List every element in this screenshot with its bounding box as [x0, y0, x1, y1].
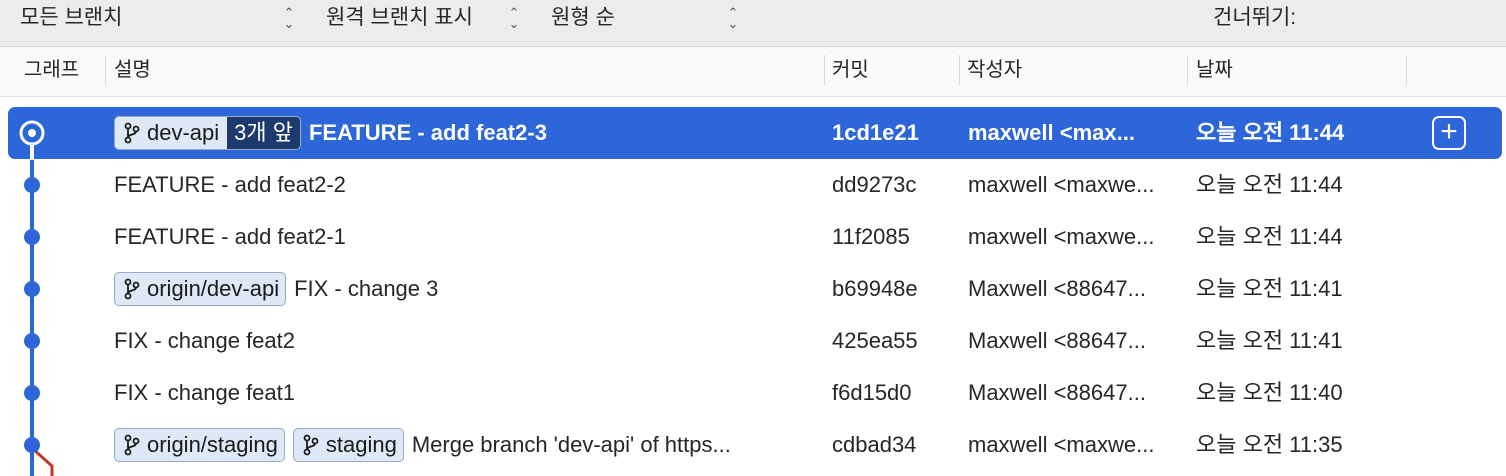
commit-author: Maxwell <88647... — [968, 328, 1146, 353]
commit-author: maxwell <maxwe... — [968, 432, 1155, 457]
graph-node[interactable] — [24, 229, 40, 245]
commit-hash: 1cd1e21 — [832, 120, 919, 145]
commit-author: maxwell <maxwe... — [968, 172, 1155, 197]
commit-date: 오늘 오전 11:40 — [1196, 380, 1343, 405]
order-select[interactable]: 원형 순 — [551, 0, 615, 38]
commit-description: FIX - change feat1 — [114, 367, 814, 419]
commit-description: dev-api 3개 앞 FEATURE - add feat2-3 — [114, 107, 814, 159]
commit-row[interactable]: FIX - change feat1 f6d15d0 Maxwell <88647.… — [0, 367, 1506, 419]
column-header-commit[interactable]: 커밋 — [832, 47, 869, 93]
chevron-updown-icon[interactable]: ⌃ ⌄ — [726, 6, 740, 30]
graph-node[interactable] — [24, 333, 40, 349]
commit-author: maxwell <maxwe... — [968, 224, 1155, 249]
commit-message: FEATURE - add feat2-1 — [114, 224, 346, 249]
commit-row[interactable]: dev-api 3개 앞 FEATURE - add feat2-3 1cd1e21 m… — [0, 107, 1506, 159]
graph-node[interactable] — [24, 437, 40, 453]
chevron-updown-icon[interactable]: ⌃ ⌄ — [282, 6, 296, 30]
commit-message: FIX - change feat2 — [114, 328, 295, 353]
branch-tag[interactable]: dev-api 3개 앞 — [114, 116, 301, 150]
order-label: 원형 순 — [551, 6, 615, 29]
branch-icon — [123, 278, 141, 300]
commit-date: 오늘 오전 11:44 — [1196, 120, 1345, 145]
commit-message: Merge branch 'dev-api' of https... — [411, 432, 731, 457]
column-divider[interactable] — [1187, 55, 1188, 85]
skip-label: 건너뛰기: — [1213, 6, 1297, 29]
commit-hash: 11f2085 — [832, 224, 910, 249]
graph-node[interactable] — [24, 385, 40, 401]
commit-hash: b69948e — [832, 276, 918, 301]
column-header-date[interactable]: 날짜 — [1196, 47, 1233, 93]
commit-hash: f6d15d0 — [832, 380, 912, 405]
branch-tag[interactable]: origin/staging — [114, 428, 285, 462]
commit-description: FEATURE - add feat2-2 — [114, 159, 814, 211]
add-button[interactable]: + — [1432, 116, 1466, 150]
commit-date: 오늘 오전 11:41 — [1196, 276, 1343, 301]
branch-icon — [123, 122, 141, 144]
branch-tag-label: origin/dev-api — [147, 276, 280, 301]
graph-node[interactable] — [24, 281, 40, 297]
commit-date: 오늘 오전 11:41 — [1196, 328, 1343, 353]
branch-tag-label: dev-api — [147, 120, 220, 145]
commit-row[interactable]: origin/staging staging Merge branch 'dev-a… — [0, 419, 1506, 471]
column-divider[interactable] — [959, 55, 960, 85]
commit-graph — [19, 120, 54, 476]
column-header-description[interactable]: 설명 — [114, 47, 151, 93]
column-divider[interactable] — [824, 55, 825, 85]
branch-tag[interactable]: origin/dev-api — [114, 272, 287, 306]
commit-hash: dd9273c — [832, 172, 917, 197]
plus-icon: + — [1440, 115, 1458, 148]
column-header-author[interactable]: 작성자 — [967, 47, 1022, 93]
commit-row[interactable]: FIX - change feat2 425ea55 Maxwell <88647.… — [0, 315, 1506, 367]
remote-branch-label: 원격 브랜치 표시 — [326, 6, 473, 29]
graph-head-node-center — [28, 129, 36, 137]
commit-date: 오늘 오전 11:44 — [1196, 172, 1343, 197]
commit-row[interactable]: FEATURE - add feat2-2 dd9273c maxwell <max… — [0, 159, 1506, 211]
commit-date: 오늘 오전 11:35 — [1196, 432, 1343, 457]
commit-date: 오늘 오전 11:44 — [1196, 224, 1343, 249]
commit-message: FIX - change 3 — [294, 276, 439, 301]
branch-tag-label: origin/staging — [147, 432, 278, 457]
commit-description: FEATURE - add feat2-1 — [114, 211, 814, 263]
chevron-updown-icon[interactable]: ⌃ ⌄ — [507, 6, 521, 30]
commit-description: origin/staging staging Merge branch 'dev-a… — [114, 419, 814, 471]
commit-message: FEATURE - add feat2-2 — [114, 172, 346, 197]
column-divider[interactable] — [105, 55, 106, 85]
commit-message: FIX - change feat1 — [114, 380, 295, 405]
commit-hash: cdbad34 — [832, 432, 917, 457]
remote-branch-select[interactable]: 원격 브랜치 표시 — [326, 0, 473, 38]
branch-icon — [123, 434, 141, 456]
commit-author: Maxwell <88647... — [968, 276, 1146, 301]
table-header: 그래프 설명 커밋 작성자 날짜 — [0, 47, 1506, 97]
branch-icon — [302, 434, 320, 456]
commit-message: FEATURE - add feat2-3 — [308, 120, 547, 145]
commit-description: FIX - change feat2 — [114, 315, 814, 367]
branch-tag-label: staging — [325, 432, 397, 457]
commit-author: Maxwell <88647... — [968, 380, 1146, 405]
branch-tag[interactable]: staging — [292, 428, 404, 462]
commit-author: maxwell <max... — [968, 120, 1135, 145]
graph-node[interactable] — [24, 177, 40, 193]
commit-hash: 425ea55 — [832, 328, 918, 353]
column-divider[interactable] — [1406, 55, 1407, 85]
commit-row[interactable]: FEATURE - add feat2-1 11f2085 maxwell <max… — [0, 211, 1506, 263]
commit-description: origin/dev-api FIX - change 3 — [114, 263, 814, 315]
commit-row[interactable]: origin/dev-api FIX - change 3 b69948e Maxwe… — [0, 263, 1506, 315]
ahead-count-badge: 3개 앞 — [227, 117, 300, 149]
filter-bar: 모든 브랜치 ⌃ ⌄ 원격 브랜치 표시 ⌃ ⌄ 원형 순 ⌃ ⌄ 건너뛰기: — [0, 0, 1506, 47]
